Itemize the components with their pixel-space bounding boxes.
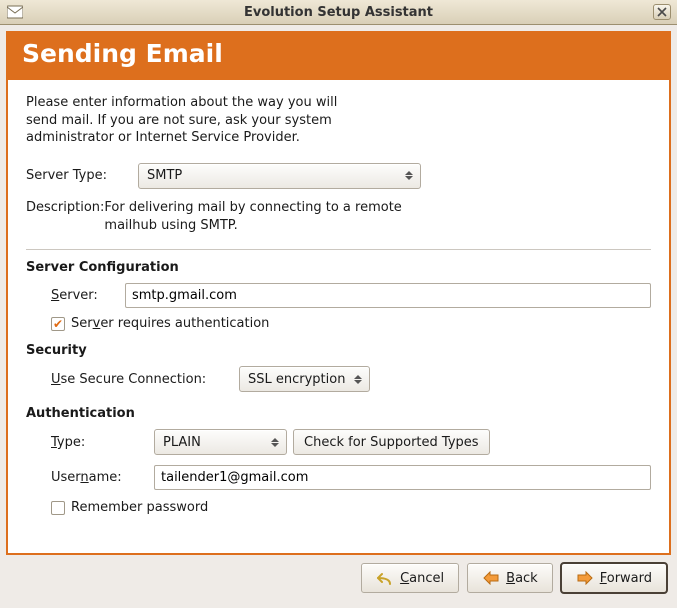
secure-connection-label: Use Secure Connection: [51, 372, 239, 387]
remember-password-row[interactable]: Remember password [51, 500, 651, 515]
section-server-config: Server Configuration [26, 260, 651, 275]
server-type-label: Server Type: [26, 168, 138, 183]
remember-password-label: Remember password [71, 500, 208, 515]
remember-password-checkbox[interactable] [51, 501, 65, 515]
secure-connection-combo[interactable]: SSL encryption [239, 366, 370, 392]
app-icon [4, 3, 26, 21]
description-text: For delivering mail by connecting to a r… [104, 199, 454, 235]
username-label: Username: [51, 470, 154, 485]
undo-icon [376, 571, 394, 585]
arrow-left-icon [482, 571, 500, 585]
auth-type-label: Type: [51, 435, 154, 450]
cancel-button[interactable]: Cancel [361, 563, 459, 593]
arrow-right-icon [576, 571, 594, 585]
requires-auth-row[interactable]: Server requires authentication [51, 316, 651, 331]
window-close-button[interactable] [653, 4, 671, 20]
username-input[interactable] [154, 465, 651, 490]
section-security: Security [26, 343, 651, 358]
server-label: Server: [51, 288, 125, 303]
requires-auth-checkbox[interactable] [51, 317, 65, 331]
title-bar: Evolution Setup Assistant [0, 0, 677, 25]
secure-connection-value: SSL encryption [248, 372, 345, 387]
intro-text: Please enter information about the way y… [26, 94, 366, 147]
server-type-row: Server Type: SMTP [26, 163, 651, 189]
description-row: Description: For delivering mail by conn… [26, 199, 651, 235]
content-frame: Sending Email Please enter information a… [6, 31, 671, 555]
check-supported-types-button[interactable]: Check for Supported Types [293, 429, 490, 455]
back-button[interactable]: Back [467, 563, 553, 593]
description-label: Description: [26, 199, 104, 235]
section-authentication: Authentication [26, 406, 651, 421]
auth-type-combo[interactable]: PLAIN [154, 429, 287, 455]
forward-button[interactable]: Forward [561, 563, 667, 593]
button-bar: Cancel Back Forward [0, 555, 677, 601]
updown-icon [268, 438, 282, 447]
page-title: Sending Email [8, 33, 669, 80]
auth-type-value: PLAIN [163, 435, 201, 450]
server-type-value: SMTP [147, 168, 182, 183]
separator [26, 249, 651, 250]
close-icon [657, 7, 667, 17]
updown-icon [402, 171, 416, 180]
updown-icon [351, 375, 365, 384]
window-body: Sending Email Please enter information a… [0, 31, 677, 608]
server-type-combo[interactable]: SMTP [138, 163, 421, 189]
window-title: Evolution Setup Assistant [26, 5, 651, 20]
server-input[interactable] [125, 283, 651, 308]
requires-auth-label: Server requires authentication [71, 316, 269, 331]
server-row: Server: [26, 283, 651, 308]
form-area: Please enter information about the way y… [8, 80, 669, 537]
